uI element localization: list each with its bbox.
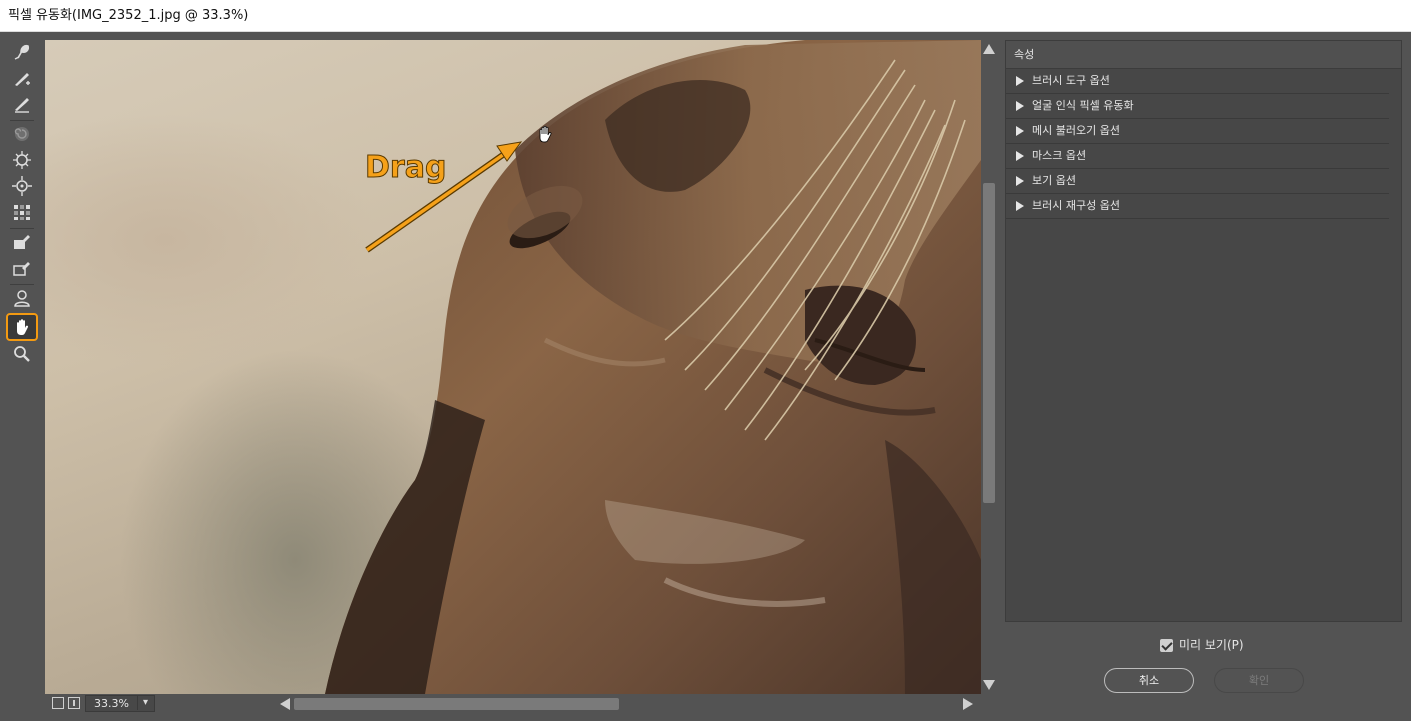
ok-button[interactable]: 확인 — [1214, 668, 1304, 693]
status-bar: 33.3% ▾ — [45, 694, 981, 714]
hand-cursor-icon — [535, 124, 555, 144]
thaw-mask-tool-icon[interactable] — [9, 256, 35, 280]
expand-triangle-icon — [1016, 176, 1024, 186]
bloat-tool-icon[interactable] — [9, 174, 35, 198]
section-label: 얼굴 인식 픽셀 유동화 — [1032, 99, 1134, 112]
scroll-left-icon[interactable] — [280, 698, 290, 710]
vertical-scrollbar[interactable] — [981, 40, 997, 694]
preview-label: 미리 보기(P) — [1179, 638, 1244, 652]
section-brush-tool-options[interactable]: 브러시 도구 옵션 — [1006, 69, 1389, 94]
section-label: 브러시 도구 옵션 — [1032, 74, 1110, 87]
zoom-level-value: 33.3% — [94, 697, 129, 710]
push-left-tool-icon[interactable] — [9, 200, 35, 224]
reconstruct-tool-icon[interactable] — [9, 66, 35, 90]
drag-annotation: Drag — [364, 150, 447, 186]
hand-tool-icon[interactable] — [6, 313, 38, 341]
tool-separator — [10, 228, 34, 229]
cancel-button[interactable]: 취소 — [1104, 668, 1194, 693]
section-view-options[interactable]: 보기 옵션 — [1006, 169, 1389, 194]
window-title: 픽셀 유동화(IMG_2352_1.jpg @ 33.3%) — [0, 0, 1411, 32]
sea-lion-photo — [325, 40, 981, 694]
section-label: 보기 옵션 — [1032, 174, 1076, 187]
section-mask-options[interactable]: 마스크 옵션 — [1006, 144, 1389, 169]
horizontal-scroll-thumb[interactable] — [294, 698, 619, 710]
pucker-tool-icon[interactable] — [9, 148, 35, 172]
preview-checkbox[interactable]: 미리 보기(P) — [1160, 637, 1244, 653]
zoom-out-icon[interactable] — [52, 697, 64, 709]
image-canvas[interactable]: Drag — [45, 40, 981, 694]
face-tool-icon[interactable] — [9, 286, 35, 310]
checkbox-checked-icon[interactable] — [1160, 639, 1173, 652]
zoom-tool-icon[interactable] — [9, 342, 35, 366]
tool-separator — [10, 284, 34, 285]
section-load-mesh-options[interactable]: 메시 불러오기 옵션 — [1006, 119, 1389, 144]
twirl-tool-icon[interactable] — [9, 122, 35, 146]
tool-separator — [10, 120, 34, 121]
expand-triangle-icon — [1016, 101, 1024, 111]
section-label: 메시 불러오기 옵션 — [1032, 124, 1120, 137]
expand-triangle-icon — [1016, 76, 1024, 86]
section-label: 마스크 옵션 — [1032, 149, 1087, 162]
expand-triangle-icon — [1016, 201, 1024, 211]
scroll-up-icon[interactable] — [983, 44, 995, 54]
zoom-in-icon[interactable] — [68, 697, 80, 709]
forward-warp-tool-icon[interactable] — [9, 40, 35, 64]
scroll-down-icon[interactable] — [983, 680, 995, 690]
freeze-mask-tool-icon[interactable] — [9, 230, 35, 254]
expand-triangle-icon — [1016, 151, 1024, 161]
properties-panel: 속성 브러시 도구 옵션 얼굴 인식 픽셀 유동화 메시 불러오기 옵션 마스크… — [1005, 40, 1402, 622]
smooth-tool-icon[interactable] — [9, 92, 35, 116]
section-face-aware-liquify[interactable]: 얼굴 인식 픽셀 유동화 — [1006, 94, 1389, 119]
vertical-scroll-thumb[interactable] — [983, 183, 995, 503]
tools-panel — [0, 32, 44, 721]
expand-triangle-icon — [1016, 126, 1024, 136]
horizontal-scrollbar[interactable] — [278, 696, 981, 712]
section-brush-reconstruct-options[interactable]: 브러시 재구성 옵션 — [1006, 194, 1389, 219]
chevron-down-icon[interactable]: ▾ — [137, 696, 153, 710]
section-label: 브러시 재구성 옵션 — [1032, 199, 1120, 212]
panel-title: 속성 — [1006, 41, 1401, 69]
scroll-right-icon[interactable] — [963, 698, 973, 710]
